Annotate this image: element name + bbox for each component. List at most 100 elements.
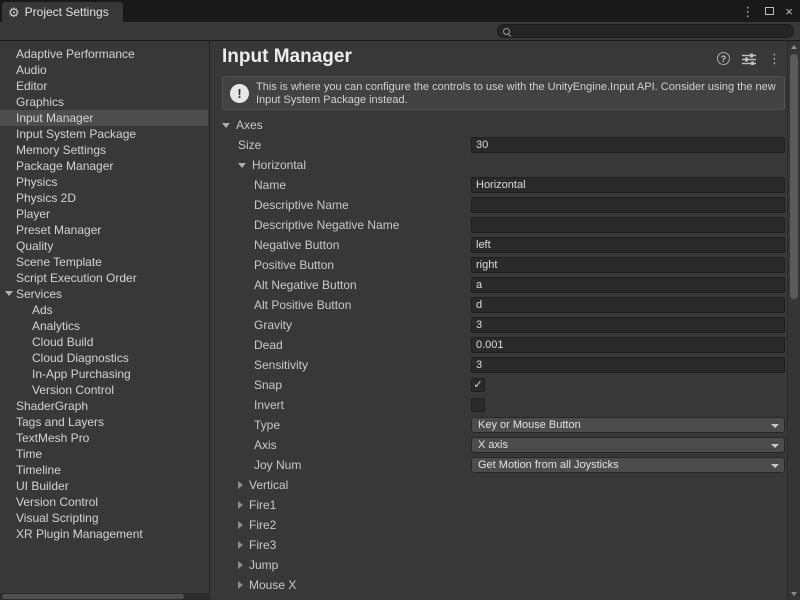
text-field[interactable]: right — [471, 257, 785, 273]
text-field[interactable]: Horizontal — [471, 177, 785, 193]
row-label[interactable]: Fire2 — [238, 515, 276, 535]
dropdown[interactable]: Get Motion from all Joysticks — [471, 457, 785, 473]
sidebar-item[interactable]: Cloud Build — [0, 334, 208, 350]
text-field[interactable]: 0.001 — [471, 337, 785, 353]
sidebar-item[interactable]: Input System Package — [0, 126, 208, 142]
row-label-text: Descriptive Negative Name — [254, 218, 399, 232]
sidebar-item[interactable]: Analytics — [0, 318, 208, 334]
checkbox[interactable]: ✓ — [471, 378, 485, 392]
sidebar-item[interactable]: Adaptive Performance — [0, 46, 208, 62]
sidebar-item[interactable]: Services — [0, 286, 208, 302]
sidebar-item[interactable]: Version Control — [0, 382, 208, 398]
sidebar-item-label: Physics 2D — [16, 191, 76, 205]
sidebar-item[interactable]: Preset Manager — [0, 222, 208, 238]
sidebar-item[interactable]: Audio — [0, 62, 208, 78]
sidebar-item[interactable]: Scene Template — [0, 254, 208, 270]
foldout-arrow-icon[interactable] — [222, 123, 230, 128]
sidebar-item[interactable]: Version Control — [0, 494, 208, 510]
sidebar-item[interactable]: TextMesh Pro — [0, 430, 208, 446]
text-field-value: a — [472, 278, 784, 292]
foldout-arrow-icon[interactable] — [238, 561, 243, 569]
foldout-arrow-icon[interactable] — [238, 581, 243, 589]
main-vertical-scrollbar[interactable] — [787, 41, 800, 600]
dropdown[interactable]: Key or Mouse Button — [471, 417, 785, 433]
help-icon[interactable]: ? — [717, 52, 730, 65]
sidebar-item[interactable]: Ads — [0, 302, 208, 318]
sidebar-item[interactable]: Script Execution Order — [0, 270, 208, 286]
text-field-value: 3 — [472, 358, 784, 372]
foldout-arrow-icon[interactable] — [238, 481, 243, 489]
row-label[interactable]: Axes — [222, 115, 263, 135]
row-label-text: Fire3 — [249, 538, 276, 552]
foldout-arrow-icon[interactable] — [238, 163, 246, 168]
sidebar-item[interactable]: Physics — [0, 174, 208, 190]
text-field[interactable] — [471, 217, 785, 233]
text-field[interactable]: 3 — [471, 357, 785, 373]
property-row: TypeKey or Mouse Button — [211, 415, 787, 435]
row-label[interactable]: Fire3 — [238, 535, 276, 555]
row-label[interactable]: Horizontal — [238, 155, 306, 175]
foldout-arrow-icon[interactable] — [5, 291, 13, 296]
sidebar-item-label: Input System Package — [16, 127, 136, 141]
sidebar-item[interactable]: Input Manager — [0, 110, 208, 126]
text-field[interactable] — [471, 197, 785, 213]
window-menu-icon[interactable]: ⋮ — [741, 5, 754, 18]
row-label[interactable]: Mouse X — [238, 575, 296, 595]
sidebar-item[interactable]: Graphics — [0, 94, 208, 110]
panel-menu-icon[interactable]: ⋮ — [768, 52, 781, 65]
sidebar-item-label: Preset Manager — [16, 223, 101, 237]
sidebar-item[interactable]: Cloud Diagnostics — [0, 350, 208, 366]
row-label-text: Joy Num — [254, 458, 301, 472]
text-field[interactable]: a — [471, 277, 785, 293]
row-label-text: Size — [238, 138, 261, 152]
foldout-arrow-icon[interactable] — [238, 541, 243, 549]
maximize-icon[interactable] — [765, 7, 774, 15]
sidebar-item[interactable]: Timeline — [0, 462, 208, 478]
text-field[interactable]: d — [471, 297, 785, 313]
scroll-up-arrow-icon[interactable] — [791, 45, 797, 49]
text-field-value — [472, 218, 784, 219]
property-row: Invert — [211, 395, 787, 415]
search-box[interactable] — [497, 24, 794, 38]
sidebar-item-label: Adaptive Performance — [16, 47, 135, 61]
input-manager-panel: Input Manager ? ⋮ ! This is where you ca… — [211, 41, 787, 600]
text-field[interactable]: left — [471, 237, 785, 253]
scrollbar-thumb[interactable] — [2, 594, 184, 599]
sidebar-item[interactable]: Physics 2D — [0, 190, 208, 206]
scrollbar-thumb[interactable] — [790, 54, 798, 299]
sidebar-item[interactable]: Time — [0, 446, 208, 462]
foldout-arrow-icon[interactable] — [238, 521, 243, 529]
row-label[interactable]: Jump — [238, 555, 278, 575]
row-label-text: Vertical — [249, 478, 288, 492]
foldout-arrow-icon[interactable] — [238, 501, 243, 509]
row-label-text: Snap — [254, 378, 282, 392]
sidebar-item[interactable]: UI Builder — [0, 478, 208, 494]
checkbox[interactable] — [471, 398, 485, 412]
tab-project-settings[interactable]: ⚙ Project Settings — [2, 2, 123, 22]
sidebar-item[interactable]: Editor — [0, 78, 208, 94]
sidebar-horizontal-scrollbar[interactable] — [0, 593, 209, 600]
close-icon[interactable]: × — [785, 5, 793, 18]
sidebar-item[interactable]: Quality — [0, 238, 208, 254]
row-label-text: Descriptive Name — [254, 198, 349, 212]
scroll-down-arrow-icon[interactable] — [791, 592, 797, 596]
sidebar-item[interactable]: Package Manager — [0, 158, 208, 174]
dropdown-value: Key or Mouse Button — [472, 418, 784, 432]
row-label[interactable]: Fire1 — [238, 495, 276, 515]
sidebar-item[interactable]: Player — [0, 206, 208, 222]
text-field[interactable]: 30 — [471, 137, 785, 153]
sidebar-item[interactable]: ShaderGraph — [0, 398, 208, 414]
row-label: Positive Button — [254, 255, 334, 275]
presets-icon[interactable] — [742, 53, 756, 65]
sidebar-item[interactable]: In-App Purchasing — [0, 366, 208, 382]
info-banner-text: This is where you can configure the cont… — [256, 81, 778, 107]
sidebar-item[interactable]: Visual Scripting — [0, 510, 208, 526]
sidebar-item[interactable]: Memory Settings — [0, 142, 208, 158]
dropdown[interactable]: X axis — [471, 437, 785, 453]
search-input[interactable] — [514, 25, 786, 36]
text-field[interactable]: 3 — [471, 317, 785, 333]
row-label: Joy Num — [254, 455, 301, 475]
row-label[interactable]: Vertical — [238, 475, 288, 495]
sidebar-item[interactable]: Tags and Layers — [0, 414, 208, 430]
sidebar-item[interactable]: XR Plugin Management — [0, 526, 208, 542]
